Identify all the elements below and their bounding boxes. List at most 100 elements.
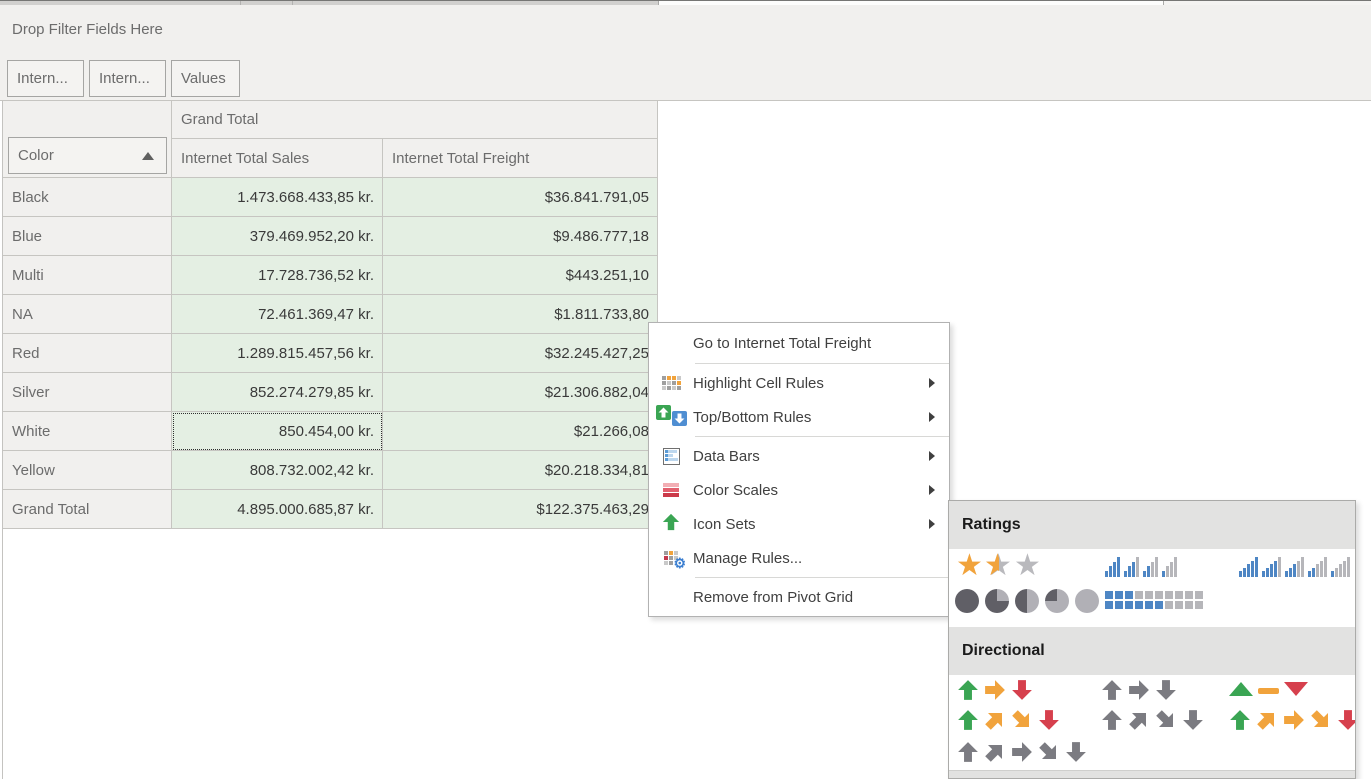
menu-separator [695,363,949,364]
data-cell-freight[interactable]: $21.266,08 [383,412,658,451]
data-cell-sales[interactable]: 852.274.279,85 kr. [172,373,383,412]
pivot-corner-cell: Color [3,101,172,178]
next-group-header-partial [949,770,1355,778]
submenu-arrow-icon [929,412,935,422]
field-button-values[interactable]: Values [171,60,240,97]
data-cell-sales[interactable]: 72.461.369,47 kr. [172,295,383,334]
menu-item-icon-sets[interactable]: Icon Sets [649,507,949,541]
arrow-down-icon [1011,679,1033,701]
gallery-group-header-directional: Directional [949,627,1355,675]
quarter-icon [985,589,1009,613]
row-header[interactable]: Yellow [3,451,172,490]
arrow-up-icon [957,741,979,763]
field-button-label: Intern... [99,70,150,87]
field-button-internet-2[interactable]: Intern... [89,60,166,97]
data-cell-freight[interactable]: $122.375.463,29 [383,490,658,529]
submenu-arrow-icon [929,485,935,495]
icon-set-5-ratings[interactable] [1239,557,1350,577]
field-button-internet-1[interactable]: Intern... [7,60,84,97]
menu-item-label: Manage Rules... [693,550,949,567]
submenu-arrow-icon [929,519,935,529]
arrow-up-icon [1101,709,1123,731]
icon-set-3-triangles[interactable] [1229,679,1308,696]
row-header[interactable]: Black [3,178,172,217]
arrow-up-icon [957,709,979,731]
data-cell-freight[interactable]: $36.841.791,05 [383,178,658,217]
arrow-up-icon [1229,709,1251,731]
menu-separator [695,577,949,578]
menu-item-highlight-cell-rules[interactable]: Highlight Cell Rules [649,366,949,400]
column-header-internet-total-freight[interactable]: Internet Total Freight [383,139,658,178]
row-header[interactable]: Silver [3,373,172,412]
data-bars-icon [649,448,693,465]
icon-set-3-arrows-gray[interactable] [1101,679,1177,701]
icon-set-3-stars[interactable]: ★ ★★ ★ [955,551,1042,581]
icon-set-4-arrows-gray[interactable] [1101,709,1204,731]
icon-set-5-arrows-gray[interactable] [957,741,1087,763]
row-header[interactable]: Multi [3,256,172,295]
arrow-right-icon [1011,741,1033,763]
data-cell-sales[interactable]: 1.473.668.433,85 kr. [172,178,383,217]
data-cell-sales[interactable]: 4.895.000.685,87 kr. [172,490,383,529]
submenu-arrow-icon [929,378,935,388]
icon-set-4-ratings[interactable] [1105,557,1177,577]
arrow-down-right-icon [1011,709,1033,731]
menu-item-manage-rules[interactable]: ⚙ Manage Rules... [649,541,949,575]
menu-item-color-scales[interactable]: Color Scales [649,473,949,507]
menu-item-top-bottom-rules[interactable]: Top/Bottom Rules [649,400,949,434]
menu-item-data-bars[interactable]: Data Bars [649,439,949,473]
quarter-icon [1075,589,1099,613]
star-half-icon: ★★ [984,551,1013,581]
column-header-internet-total-sales[interactable]: Internet Total Sales [172,139,383,178]
arrow-right-icon [1283,709,1305,731]
menu-item-label: Top/Bottom Rules [693,409,929,426]
row-field-button-color[interactable]: Color [8,137,167,174]
icon-set-3-arrows-colored[interactable] [957,679,1033,701]
arrow-down-right-icon [1155,709,1177,731]
drop-filter-fields-label: Drop Filter Fields Here [12,21,163,38]
context-menu: Go to Internet Total Freight Highlight C… [648,322,950,617]
star-full-icon: ★ [955,551,984,581]
arrow-up-icon [957,679,979,701]
icon-set-5-boxes[interactable] [1105,591,1203,609]
highlight-cell-rules-icon [649,376,693,390]
arrow-down-icon [1065,741,1087,763]
data-cell-sales[interactable]: 379.469.952,20 kr. [172,217,383,256]
focused-data-cell-sales[interactable]: 850.454,00 kr. [172,412,383,451]
column-group-header-grand-total[interactable]: Grand Total [172,101,658,139]
icon-set-5-arrows-colored[interactable] [1229,709,1356,731]
row-header[interactable]: White [3,412,172,451]
data-cell-sales[interactable]: 17.728.736,52 kr. [172,256,383,295]
triangle-down-icon [1284,682,1308,696]
row-field-label: Color [18,147,142,164]
sort-ascending-icon [142,152,154,160]
triangle-up-icon [1229,682,1253,696]
data-cell-sales[interactable]: 808.732.002,42 kr. [172,451,383,490]
arrow-up-icon [1101,679,1123,701]
dash-icon [1258,688,1279,694]
data-cell-freight[interactable]: $20.218.334,81 [383,451,658,490]
menu-item-go-to-internet-total-freight[interactable]: Go to Internet Total Freight [649,325,949,361]
quarter-icon [955,589,979,613]
field-button-label: Values [181,70,226,87]
data-cell-freight[interactable]: $21.306.882,04 [383,373,658,412]
menu-item-label: Go to Internet Total Freight [693,335,949,352]
star-empty-icon: ★ [1013,551,1042,581]
data-cell-sales[interactable]: 1.289.815.457,56 kr. [172,334,383,373]
submenu-arrow-icon [929,451,935,461]
filter-header-area: Drop Filter Fields Here Intern... Intern… [0,5,1371,101]
icon-set-4-arrows-colored[interactable] [957,709,1060,731]
menu-item-label: Color Scales [693,482,929,499]
row-header[interactable]: NA [3,295,172,334]
row-header[interactable]: Red [3,334,172,373]
arrow-up-right-icon [1128,709,1150,731]
data-cell-freight[interactable]: $9.486.777,18 [383,217,658,256]
arrow-up-right-icon [1256,709,1278,731]
row-header[interactable]: Blue [3,217,172,256]
data-cell-freight[interactable]: $32.245.427,25 [383,334,658,373]
data-cell-freight[interactable]: $1.811.733,80 [383,295,658,334]
menu-item-remove-from-pivot-grid[interactable]: Remove from Pivot Grid [649,580,949,614]
row-header-grand-total[interactable]: Grand Total [3,490,172,529]
icon-set-5-quarters[interactable] [955,589,1099,613]
data-cell-freight[interactable]: $443.251,10 [383,256,658,295]
